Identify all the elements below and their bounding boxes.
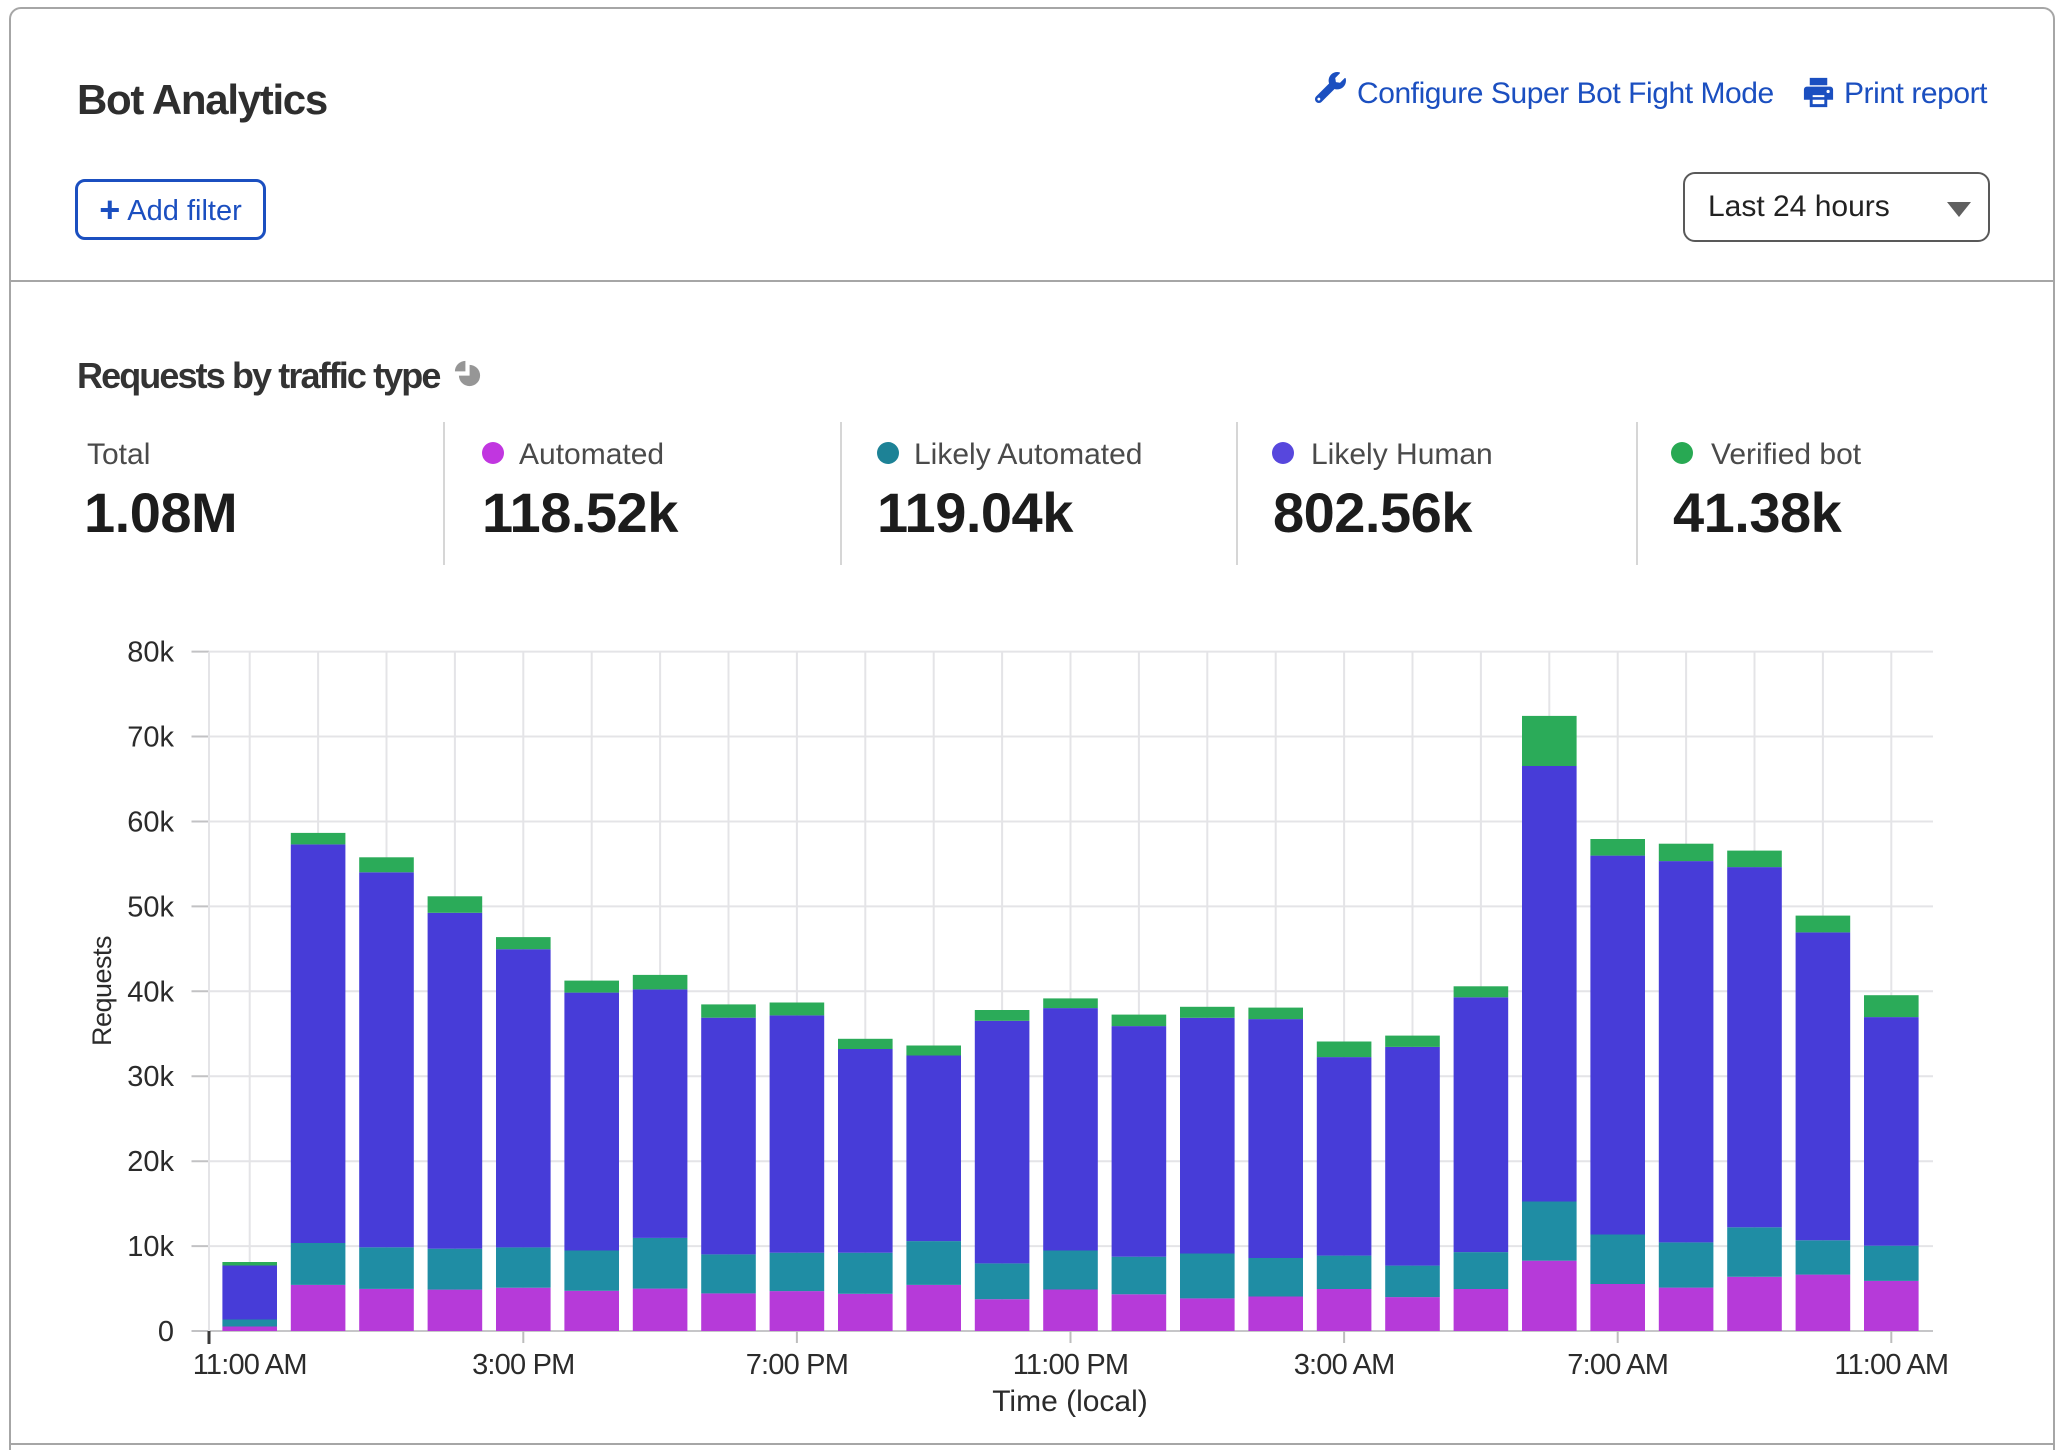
svg-text:11:00 AM: 11:00 AM <box>1834 1349 1948 1381</box>
svg-text:11:00 PM: 11:00 PM <box>1013 1349 1129 1381</box>
svg-text:60k: 60k <box>127 807 174 839</box>
svg-text:80k: 80k <box>127 637 174 669</box>
svg-text:Requests: Requests <box>87 936 117 1046</box>
svg-text:7:00 PM: 7:00 PM <box>746 1349 848 1381</box>
svg-text:30k: 30k <box>127 1061 174 1093</box>
svg-text:40k: 40k <box>127 976 174 1008</box>
svg-text:3:00 PM: 3:00 PM <box>472 1349 574 1381</box>
svg-text:7:00 AM: 7:00 AM <box>1567 1349 1668 1381</box>
svg-text:20k: 20k <box>127 1146 174 1178</box>
svg-text:70k: 70k <box>127 722 174 754</box>
svg-text:11:00 AM: 11:00 AM <box>193 1349 307 1381</box>
svg-text:Time (local): Time (local) <box>992 1385 1148 1418</box>
svg-text:0: 0 <box>158 1316 174 1348</box>
svg-text:50k: 50k <box>127 891 174 923</box>
svg-text:10k: 10k <box>127 1231 174 1263</box>
svg-text:3:00 AM: 3:00 AM <box>1294 1349 1395 1381</box>
